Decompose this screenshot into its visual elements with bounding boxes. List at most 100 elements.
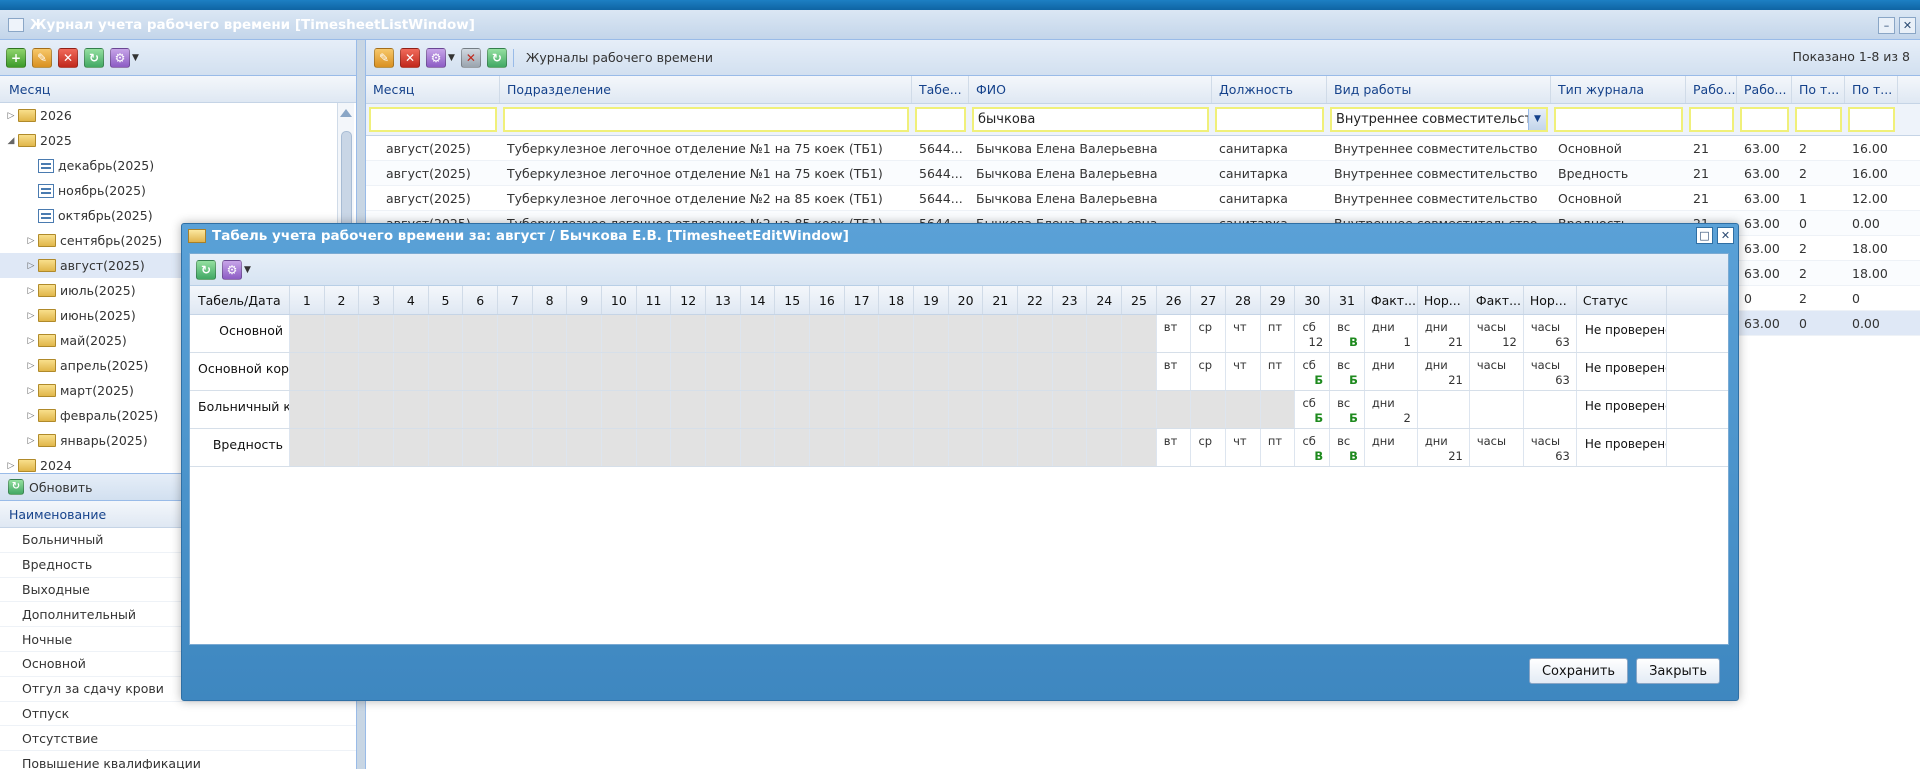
chevron-down-icon[interactable]: ▼: [448, 53, 455, 63]
timesheet-col-header[interactable]: Табель/Дата: [190, 286, 290, 314]
column-header[interactable]: Табе...: [912, 76, 969, 103]
day-col-header[interactable]: 23: [1053, 286, 1088, 314]
day-cell[interactable]: [1052, 315, 1088, 352]
day-cell[interactable]: [1260, 391, 1296, 428]
column-header[interactable]: Подразделение: [500, 76, 912, 103]
day-cell[interactable]: [428, 353, 464, 390]
day-cell[interactable]: [567, 315, 603, 352]
day-col-header[interactable]: 25: [1122, 286, 1157, 314]
day-cell[interactable]: [879, 315, 915, 352]
day-cell[interactable]: [983, 353, 1019, 390]
delete-icon[interactable]: ✕: [58, 47, 78, 68]
day-cell[interactable]: [324, 429, 360, 466]
day-cell[interactable]: [706, 353, 741, 390]
column-header[interactable]: Вид работы: [1327, 76, 1551, 103]
edit-icon[interactable]: ✎: [32, 47, 52, 68]
add-icon[interactable]: +: [6, 47, 26, 68]
table-row[interactable]: август(2025) Туберкулезное легочное отдел…: [366, 136, 1920, 161]
filter-input[interactable]: [369, 107, 497, 132]
summary-col-header[interactable]: Нор...: [1418, 286, 1470, 314]
filter-input[interactable]: [1689, 107, 1734, 132]
day-cell[interactable]: [948, 353, 984, 390]
maximize-icon[interactable]: □: [1696, 227, 1713, 244]
day-cell[interactable]: [463, 391, 499, 428]
day-cell[interactable]: [740, 315, 776, 352]
day-cell[interactable]: вс В: [1330, 315, 1365, 352]
day-cell[interactable]: [532, 429, 568, 466]
expand-right-icon[interactable]: ▷: [26, 411, 36, 421]
month-header[interactable]: Месяц: [0, 76, 356, 103]
refresh-icon[interactable]: ↻: [196, 259, 216, 280]
day-cell[interactable]: [602, 391, 637, 428]
timesheet-row[interactable]: Вредность вт ср чт пт сб Ввс Вдни дни 21 часы часы 6…: [190, 429, 1728, 467]
column-header[interactable]: По т...: [1792, 76, 1845, 103]
timesheet-row[interactable]: Больничный корсбБвсБдни2Не проверено: [190, 391, 1728, 429]
close-icon[interactable]: ✕: [1899, 17, 1916, 34]
column-header[interactable]: Рабо...: [1737, 76, 1792, 103]
chevron-down-icon[interactable]: ▼: [132, 53, 139, 63]
day-cell[interactable]: [324, 353, 360, 390]
day-cell[interactable]: пт: [1261, 429, 1296, 466]
day-cell[interactable]: [636, 391, 672, 428]
day-cell[interactable]: [290, 391, 325, 428]
day-col-header[interactable]: 10: [602, 286, 637, 314]
day-cell[interactable]: [775, 391, 811, 428]
day-cell[interactable]: [671, 391, 707, 428]
day-cell[interactable]: [567, 429, 603, 466]
day-cell[interactable]: сб Б: [1295, 391, 1331, 428]
minimize-icon[interactable]: –: [1878, 17, 1895, 34]
day-cell[interactable]: вс В: [1330, 429, 1365, 466]
scroll-up-icon[interactable]: [340, 109, 352, 117]
chevron-down-icon[interactable]: ▼: [244, 265, 251, 275]
day-cell[interactable]: [844, 353, 880, 390]
expand-right-icon[interactable]: ▷: [6, 111, 16, 121]
day-cell[interactable]: [879, 391, 915, 428]
list-item[interactable]: Повышение квалификации: [0, 751, 356, 769]
day-cell[interactable]: [844, 315, 880, 352]
day-cell[interactable]: [844, 391, 880, 428]
day-cell[interactable]: [532, 353, 568, 390]
expand-right-icon[interactable]: ▷: [26, 386, 36, 396]
day-col-header[interactable]: 19: [914, 286, 949, 314]
day-cell[interactable]: [359, 391, 395, 428]
day-cell[interactable]: [983, 315, 1019, 352]
day-cell[interactable]: [290, 429, 325, 466]
tree-item[interactable]: декабрь(2025): [0, 153, 356, 178]
day-cell[interactable]: [914, 353, 949, 390]
clear-filter-icon[interactable]: ✕: [460, 47, 481, 68]
settings-icon[interactable]: ⚙: [426, 47, 446, 68]
day-cell[interactable]: [1052, 391, 1088, 428]
day-col-header[interactable]: 14: [741, 286, 776, 314]
day-cell[interactable]: [671, 315, 707, 352]
day-col-header[interactable]: 24: [1087, 286, 1123, 314]
day-cell[interactable]: [983, 391, 1019, 428]
expand-right-icon[interactable]: ▷: [6, 461, 16, 471]
day-cell[interactable]: [324, 391, 360, 428]
day-cell[interactable]: [1018, 391, 1053, 428]
day-col-header[interactable]: 27: [1191, 286, 1227, 314]
day-cell[interactable]: [498, 315, 533, 352]
day-cell[interactable]: [1191, 391, 1227, 428]
filter-input[interactable]: [915, 107, 966, 132]
day-cell[interactable]: [463, 315, 499, 352]
day-cell[interactable]: [879, 353, 915, 390]
day-cell[interactable]: [428, 391, 464, 428]
day-cell[interactable]: [290, 315, 325, 352]
day-cell[interactable]: чт: [1226, 353, 1261, 390]
day-col-header[interactable]: 16: [810, 286, 845, 314]
day-cell[interactable]: чт: [1226, 429, 1261, 466]
day-cell[interactable]: [948, 391, 984, 428]
day-cell[interactable]: сб 12: [1295, 315, 1331, 352]
day-cell[interactable]: [740, 429, 776, 466]
day-col-header[interactable]: 18: [879, 286, 915, 314]
day-cell[interactable]: [359, 315, 395, 352]
list-item[interactable]: Отпуск: [0, 702, 356, 727]
day-cell[interactable]: [428, 315, 464, 352]
day-cell[interactable]: [636, 315, 672, 352]
day-cell[interactable]: [359, 353, 395, 390]
day-cell[interactable]: вт: [1157, 315, 1192, 352]
day-cell[interactable]: [1052, 429, 1088, 466]
day-cell[interactable]: [1018, 353, 1053, 390]
column-header[interactable]: Тип журнала: [1551, 76, 1686, 103]
day-col-header[interactable]: 28: [1226, 286, 1261, 314]
